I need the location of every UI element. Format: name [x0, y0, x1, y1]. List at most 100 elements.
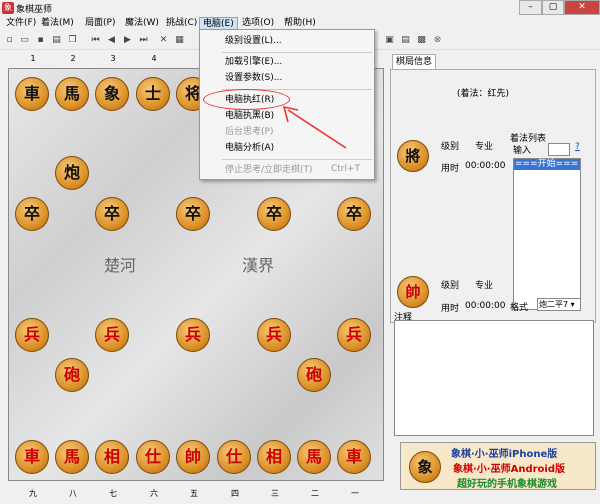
save-icon[interactable]: ▪: [35, 35, 46, 46]
red-cannon-piece[interactable]: 砲: [297, 358, 331, 392]
monitor-icon[interactable]: ▩: [416, 35, 427, 46]
menu-file[interactable]: 文件(F): [3, 17, 39, 30]
col-number: 六: [150, 489, 158, 498]
red-horse-piece[interactable]: 馬: [55, 440, 89, 474]
menu-magic[interactable]: 魔法(W): [122, 17, 162, 30]
promo-banner[interactable]: 象 象棋·小·巫师iPhone版 象棋·小·巫师Android版 超好玩的手机象…: [400, 442, 596, 490]
menu-item-stop: 停止思考/立即走棋(T): [225, 165, 313, 175]
red-chariot-piece[interactable]: 車: [337, 440, 371, 474]
black-pawn-piece[interactable]: 卒: [257, 197, 291, 231]
red-time-label: 用时: [441, 304, 460, 314]
red-chariot-piece[interactable]: 車: [15, 440, 49, 474]
col-number: 1: [30, 54, 36, 63]
notes-textarea[interactable]: [394, 320, 594, 436]
col-number: 三: [271, 489, 279, 498]
menu-item-computer-black[interactable]: 电脑执黑(B): [225, 110, 274, 123]
red-horse-piece[interactable]: 馬: [297, 440, 331, 474]
red-pawn-piece[interactable]: 兵: [15, 318, 49, 352]
black-chariot-piece[interactable]: 車: [15, 77, 49, 111]
window-title: 象棋巫师: [16, 5, 53, 15]
col-number: 四: [231, 489, 239, 498]
col-number: 4: [151, 54, 157, 63]
cancel-icon[interactable]: ✕: [158, 35, 169, 46]
black-level-label: 级别: [441, 142, 460, 152]
black-horse-piece[interactable]: 馬: [55, 77, 89, 111]
menu-moves[interactable]: 着法(M): [38, 17, 77, 30]
menu-item-ponder: 后台思考(P): [225, 127, 274, 137]
red-pawn-piece[interactable]: 兵: [257, 318, 291, 352]
title-bar: 象 象棋巫师 – ▢ ✕: [0, 0, 600, 16]
book-icon[interactable]: ▤: [400, 35, 411, 46]
red-level-value: 专业: [475, 281, 494, 291]
close-button[interactable]: ✕: [564, 0, 600, 15]
annotation-arrow-icon: [282, 105, 347, 149]
menu-item-load-engine[interactable]: 加载引擎(E)...: [225, 56, 282, 69]
tab-game-info[interactable]: 棋局信息: [392, 54, 436, 69]
red-pawn-piece[interactable]: 兵: [337, 318, 371, 352]
menu-position[interactable]: 局面(P): [82, 17, 118, 30]
col-number: 二: [311, 489, 319, 498]
river-right-text: 漢界: [242, 256, 275, 275]
black-pawn-piece[interactable]: 卒: [15, 197, 49, 231]
col-number: 3: [110, 54, 116, 63]
red-pawn-piece[interactable]: 兵: [176, 318, 210, 352]
maximize-button[interactable]: ▢: [542, 0, 564, 15]
right-panel: 棋局信息 (着法：红先) 將 级别 专业 用时 00:00:00 着法列表 输入…: [388, 54, 600, 504]
menu-item-settings[interactable]: 设置参数(S)...: [225, 72, 282, 85]
move-list[interactable]: ===开始===: [513, 158, 581, 310]
first-icon[interactable]: ⏮: [90, 35, 101, 46]
forward-icon[interactable]: ▶: [122, 35, 133, 46]
copy-icon[interactable]: ❐: [67, 35, 78, 46]
black-advisor-piece[interactable]: 士: [136, 77, 170, 111]
menu-separator: [222, 52, 372, 53]
red-general-piece[interactable]: 帥: [176, 440, 210, 474]
red-player-piece: 帥: [397, 276, 429, 308]
promo-line3: 超好玩的手机象棋游戏: [457, 479, 557, 490]
red-time-value: 00:00:00: [465, 301, 506, 311]
last-icon[interactable]: ⏭: [138, 35, 149, 46]
black-pawn-piece[interactable]: 卒: [95, 197, 129, 231]
stop-icon[interactable]: ⊗: [432, 35, 443, 46]
col-number: 九: [29, 489, 37, 498]
col-number: 2: [70, 54, 76, 63]
red-level-label: 级别: [441, 281, 460, 291]
new-icon[interactable]: ▫: [4, 35, 15, 46]
menu-separator: [222, 159, 372, 160]
engine-icon[interactable]: ▣: [384, 35, 395, 46]
black-pawn-piece[interactable]: 卒: [176, 197, 210, 231]
menu-item-stop-shortcut: Ctrl+T: [330, 164, 360, 174]
red-elephant-piece[interactable]: 相: [257, 440, 291, 474]
app-icon: 象: [2, 2, 14, 14]
back-icon[interactable]: ◀: [106, 35, 117, 46]
col-number: 七: [109, 489, 117, 498]
red-cannon-piece[interactable]: 砲: [55, 358, 89, 392]
format-value: 炮二平7: [539, 300, 569, 309]
menu-item-level[interactable]: 级别设置(L)...: [225, 35, 282, 48]
print-icon[interactable]: ▤: [51, 35, 62, 46]
col-number: 五: [190, 489, 198, 498]
black-elephant-piece[interactable]: 象: [95, 77, 129, 111]
highlight-ellipse: [203, 89, 290, 110]
menu-challenge[interactable]: 挑战(C): [163, 17, 200, 30]
move-list-item[interactable]: ===开始===: [514, 159, 580, 170]
river-left-text: 楚河: [104, 256, 137, 275]
help-link[interactable]: ?: [575, 142, 580, 152]
black-cannon-piece[interactable]: 炮: [55, 156, 89, 190]
black-pawn-piece[interactable]: 卒: [337, 197, 371, 231]
minimize-button[interactable]: –: [519, 0, 542, 15]
format-select[interactable]: 炮二平7 ▾: [537, 298, 581, 311]
menu-item-analyze[interactable]: 电脑分析(A): [225, 142, 274, 155]
black-level-value: 专业: [475, 142, 494, 152]
red-advisor-piece[interactable]: 仕: [136, 440, 170, 474]
promo-line2: 象棋·小·巫师Android版: [453, 464, 566, 475]
paste-icon[interactable]: ▦: [174, 35, 185, 46]
format-label: 格式: [510, 303, 529, 313]
black-time-label: 用时: [441, 164, 460, 174]
red-elephant-piece[interactable]: 相: [95, 440, 129, 474]
move-input[interactable]: [548, 143, 570, 156]
open-icon[interactable]: ▭: [19, 35, 30, 46]
game-info-panel: (着法：红先) 將 级别 专业 用时 00:00:00 着法列表 输入 ? ==…: [390, 69, 596, 323]
promo-piece: 象: [409, 451, 441, 483]
red-pawn-piece[interactable]: 兵: [95, 318, 129, 352]
red-advisor-piece[interactable]: 仕: [217, 440, 251, 474]
